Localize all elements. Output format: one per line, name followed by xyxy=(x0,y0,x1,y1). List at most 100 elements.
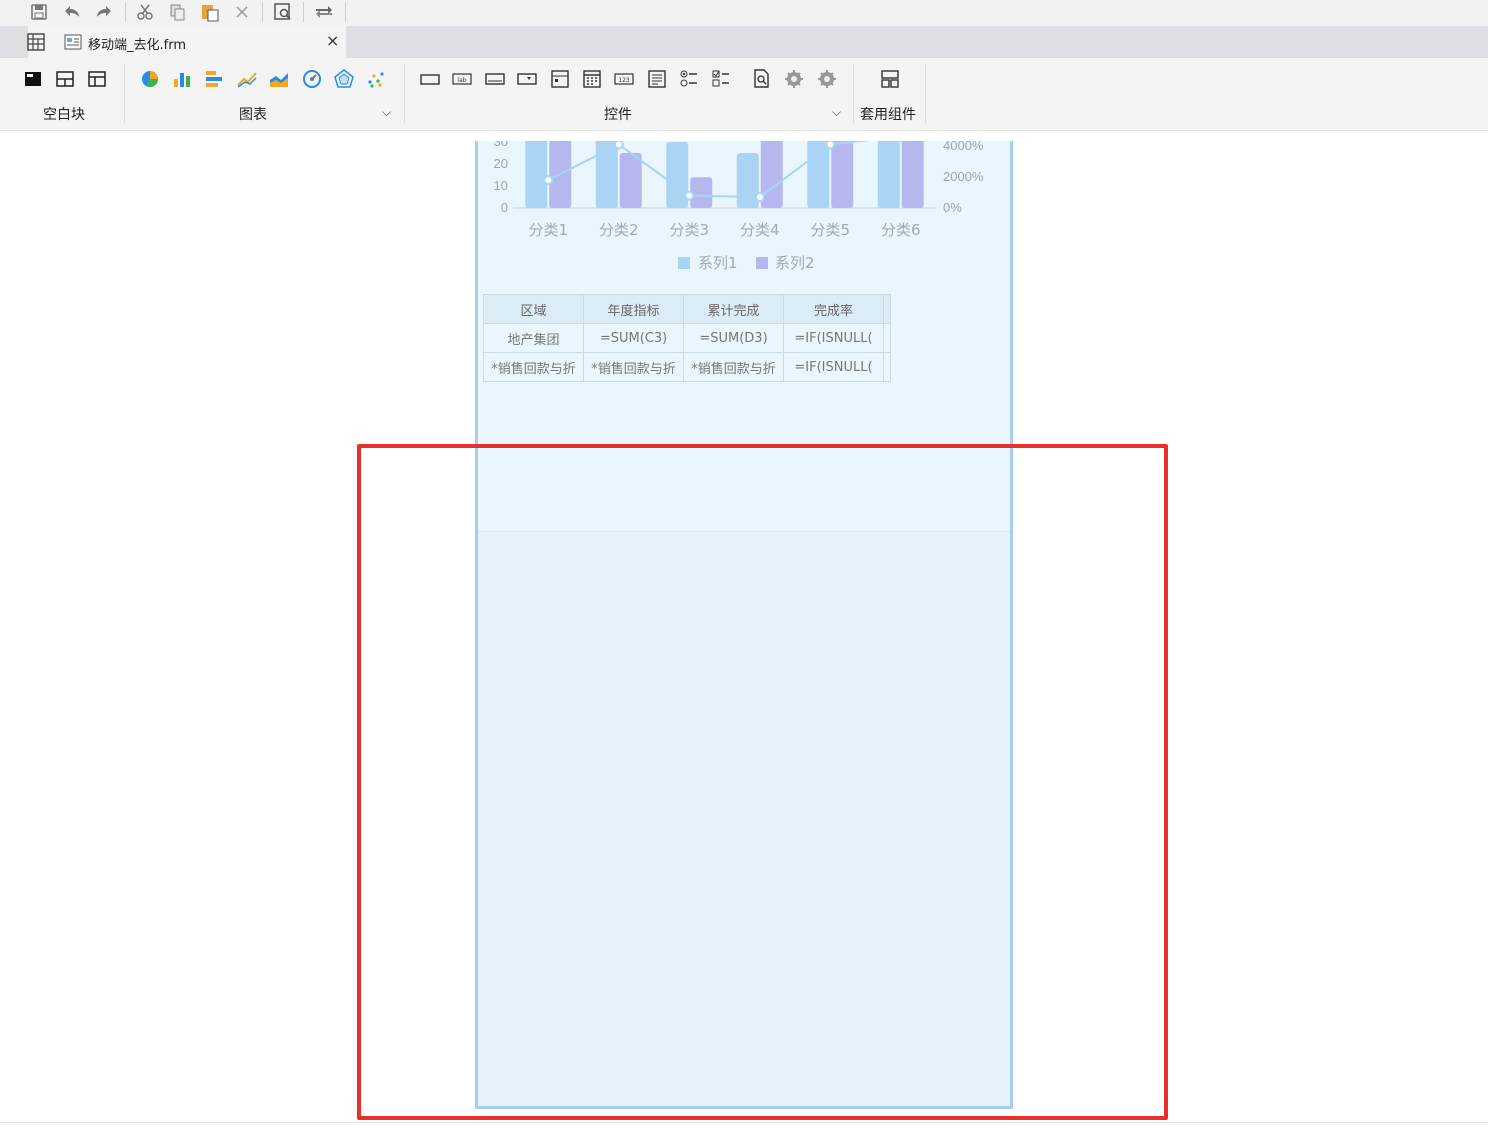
status-divider xyxy=(0,1122,1488,1123)
header-cell[interactable]: 累计完成 xyxy=(683,294,784,324)
table-cell[interactable]: =SUM(D3) xyxy=(683,323,784,353)
table-row: *销售回款与折 *销售回款与折 *销售回款与折 =IF(ISNULL( xyxy=(483,352,891,382)
table-tail-cell xyxy=(883,323,891,353)
bar-series2 xyxy=(619,153,642,208)
svg-text:123: 123 xyxy=(618,77,630,84)
x-tick-label: 分类3 xyxy=(669,221,709,239)
gear-widget-icon[interactable] xyxy=(816,68,838,90)
tab-block-icon[interactable] xyxy=(86,68,108,90)
line-chart-icon[interactable] xyxy=(236,68,258,90)
header-cell[interactable]: 区域 xyxy=(483,294,584,324)
bar-series2 xyxy=(831,141,854,208)
line-point xyxy=(825,141,836,150)
bar-chart-icon[interactable] xyxy=(171,68,193,90)
form-grid-icon[interactable] xyxy=(26,32,46,52)
close-tab-button[interactable]: × xyxy=(326,31,339,50)
delete-icon[interactable] xyxy=(231,1,253,23)
line-point xyxy=(754,192,765,203)
radar-chart-icon[interactable] xyxy=(333,68,355,90)
chart-group-dropdown[interactable]: ⌵ xyxy=(382,105,391,120)
group-label-template-component: 套用组件 xyxy=(860,107,916,123)
legend-label-series2: 系列2 xyxy=(775,254,815,272)
undo-icon[interactable] xyxy=(61,1,83,23)
settings-widget-icon[interactable] xyxy=(783,68,805,90)
table-cell[interactable]: =IF(ISNULL( xyxy=(783,352,884,382)
bar-series1 xyxy=(736,153,759,208)
group-label-widgets: 控件 xyxy=(604,107,632,123)
copy-icon[interactable] xyxy=(166,1,188,23)
gauge-chart-icon[interactable] xyxy=(301,68,323,90)
report-table: 区域 年度指标 累计完成 完成率 地产集团 =SUM(C3) =SUM(D3) … xyxy=(483,294,891,382)
cut-icon[interactable] xyxy=(134,1,156,23)
area-chart-icon[interactable] xyxy=(268,68,290,90)
table-row: 地产集团 =SUM(C3) =SUM(D3) =IF(ISNULL( xyxy=(483,323,891,353)
line-point xyxy=(684,190,695,201)
absolute-block-icon[interactable] xyxy=(22,68,44,90)
frm-file-icon xyxy=(64,33,82,51)
svg-text:lab: lab xyxy=(457,77,466,84)
preview-icon[interactable] xyxy=(272,1,294,23)
legend-label-series1: 系列1 xyxy=(698,254,738,272)
radio-group-widget-icon[interactable] xyxy=(678,68,700,90)
dropdown-widget-icon[interactable] xyxy=(516,68,538,90)
bar-series1 xyxy=(807,141,830,208)
text-field-widget-icon[interactable] xyxy=(484,68,506,90)
header-cell[interactable]: 完成率 xyxy=(783,294,884,324)
legend-swatch-series2 xyxy=(756,257,768,269)
bar-series2 xyxy=(901,141,924,208)
y2-tick-label: 0% xyxy=(943,200,962,215)
report-table-block[interactable]: 区域 年度指标 累计完成 完成率 地产集团 =SUM(C3) =SUM(D3) … xyxy=(483,294,891,382)
button-widget-icon[interactable] xyxy=(419,68,441,90)
split-block-icon[interactable] xyxy=(54,68,76,90)
x-tick-label: 分类2 xyxy=(599,221,639,239)
textarea-widget-icon[interactable] xyxy=(646,68,668,90)
line-point xyxy=(543,175,554,186)
pie-chart-icon[interactable] xyxy=(139,68,161,90)
quick-access-toolbar xyxy=(0,0,1488,26)
bar-series1 xyxy=(525,141,548,208)
y-tick-label: 30 xyxy=(494,141,508,149)
x-tick-label: 分类5 xyxy=(810,221,850,239)
x-tick-label: 分类6 xyxy=(881,221,921,239)
table-cell[interactable]: *销售回款与折 xyxy=(683,352,784,382)
paste-icon[interactable] xyxy=(199,1,221,23)
label-widget-icon[interactable]: lab xyxy=(451,68,473,90)
tab-title: 移动端_去化.frm xyxy=(88,38,186,53)
combo-chart[interactable]: 0 10 20 30 0% 2000% 4000% 分类1 分类2 分类3 分类4 分类5 分类6 系列1… xyxy=(478,141,1010,293)
number-widget-icon[interactable]: 123 xyxy=(613,68,635,90)
legend-swatch-series1 xyxy=(678,257,690,269)
table-cell[interactable]: *销售回款与折 xyxy=(583,352,684,382)
calendar-widget-icon[interactable] xyxy=(581,68,603,90)
template-component-icon[interactable] xyxy=(879,68,901,90)
save-icon[interactable] xyxy=(28,1,50,23)
file-search-widget-icon[interactable] xyxy=(751,68,773,90)
widget-group-dropdown[interactable]: ⌵ xyxy=(832,105,841,120)
group-label-blank-block: 空白块 xyxy=(43,107,85,123)
header-cell[interactable]: 年度指标 xyxy=(583,294,684,324)
redo-icon[interactable] xyxy=(93,1,115,23)
checkbox-group-widget-icon[interactable] xyxy=(710,68,732,90)
switch-icon[interactable] xyxy=(313,1,335,23)
x-tick-label: 分类4 xyxy=(740,221,780,239)
group-label-chart: 图表 xyxy=(239,107,267,123)
table-tail-cell xyxy=(883,352,891,382)
date-widget-icon[interactable] xyxy=(549,68,571,90)
tab-strip: 移动端_去化.frm × xyxy=(0,26,1488,58)
tab-file[interactable]: 移动端_去化.frm × xyxy=(26,26,346,58)
scatter-chart-icon[interactable] xyxy=(365,68,387,90)
table-tail-cell xyxy=(883,294,891,324)
highlight-rectangle xyxy=(357,444,1168,1120)
table-cell[interactable]: =IF(ISNULL( xyxy=(783,323,884,353)
bar-series2 xyxy=(690,177,713,208)
horizontal-bar-chart-icon[interactable] xyxy=(203,68,225,90)
component-ribbon: 空白块 图表 ⌵ lab 123 控件 ⌵ 套用组件 xyxy=(0,58,1488,131)
table-cell[interactable]: *销售回款与折 xyxy=(483,352,584,382)
y-tick-label: 10 xyxy=(494,178,508,193)
y2-tick-label: 2000% xyxy=(943,169,984,184)
x-tick-label: 分类1 xyxy=(528,221,568,239)
table-cell[interactable]: =SUM(C3) xyxy=(583,323,684,353)
table-cell[interactable]: 地产集团 xyxy=(483,323,584,353)
y-tick-label: 0 xyxy=(501,200,508,215)
table-header-row: 区域 年度指标 累计完成 完成率 xyxy=(483,294,891,324)
y2-tick-label: 4000% xyxy=(943,141,984,153)
